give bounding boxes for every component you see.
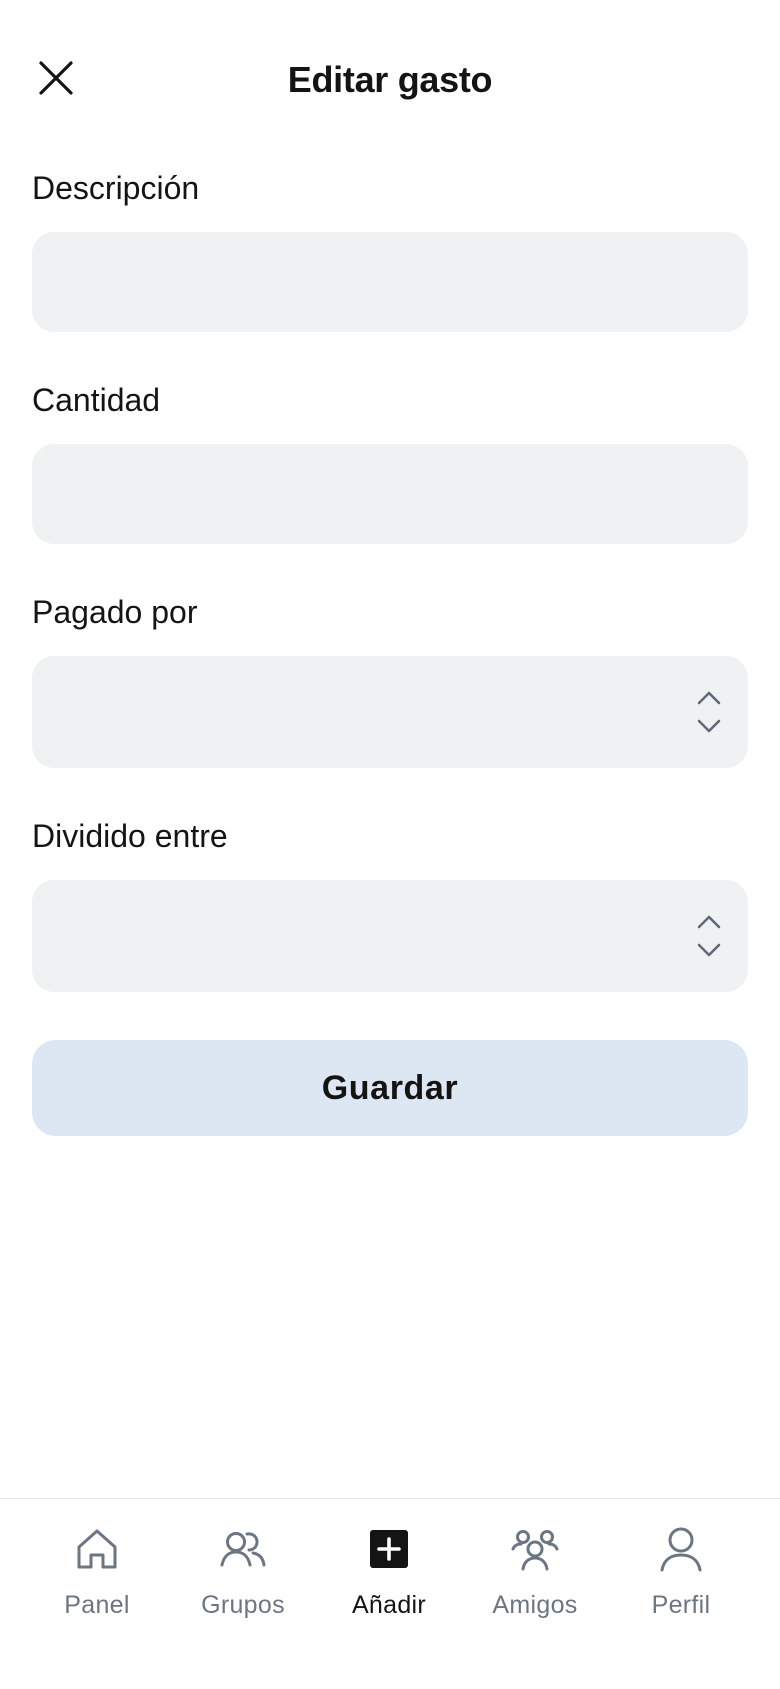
nav-item-panel[interactable]: Panel <box>24 1499 170 1639</box>
amount-label: Cantidad <box>32 382 161 418</box>
header: Editar gasto <box>0 0 780 160</box>
nav-label-amigos: Amigos <box>492 1591 578 1619</box>
description-label: Descripción <box>32 170 200 206</box>
home-icon <box>77 1529 117 1569</box>
groups-icon <box>220 1532 266 1567</box>
nav-item-perfil[interactable]: Perfil <box>608 1499 754 1639</box>
friends-icon <box>511 1530 559 1571</box>
nav-item-grupos[interactable]: Grupos <box>170 1499 316 1639</box>
page-title: Editar gasto <box>287 59 493 100</box>
chevron-up-down-icon <box>697 915 721 957</box>
paid-by-label: Pagado por <box>32 594 198 630</box>
nav-item-amigos[interactable]: Amigos <box>462 1499 608 1639</box>
save-button[interactable]: Guardar <box>32 1040 748 1136</box>
amount-input[interactable] <box>32 444 748 544</box>
chevron-up-down-icon <box>697 691 721 733</box>
nav-label-perfil: Perfil <box>651 1591 711 1619</box>
nav-item-anadir[interactable]: Añadir <box>316 1499 462 1639</box>
nav-label-anadir: Añadir <box>351 1591 427 1619</box>
split-between-label: Dividido entre <box>32 818 228 854</box>
profile-icon <box>660 1527 702 1572</box>
split-between-select[interactable] <box>32 880 748 992</box>
nav-label-panel: Panel <box>64 1591 130 1619</box>
description-input[interactable] <box>32 232 748 332</box>
add-square-icon <box>370 1530 408 1568</box>
paid-by-select[interactable] <box>32 656 748 768</box>
bottom-nav: Panel Grupos Añadir Amigos Perfil <box>0 1498 780 1689</box>
nav-label-grupos: Grupos <box>201 1591 285 1619</box>
